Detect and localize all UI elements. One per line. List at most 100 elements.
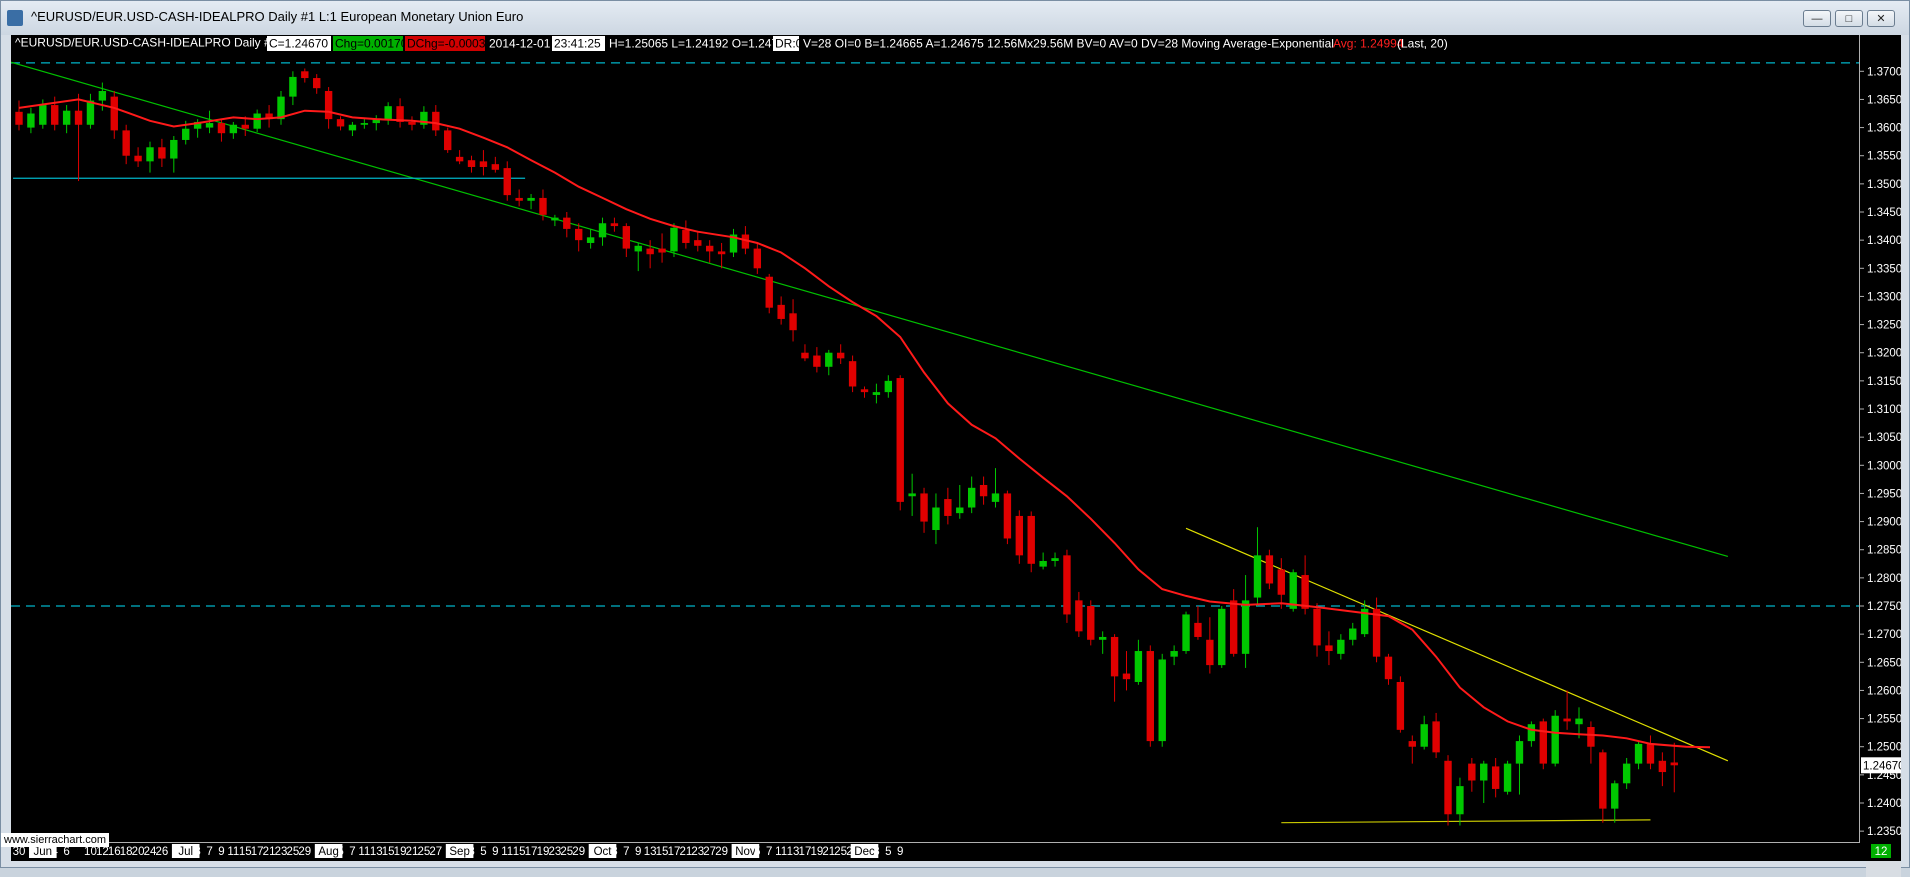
candle [1087, 600, 1095, 646]
date-tick: 25 [417, 846, 430, 858]
day-label: 26 [156, 846, 169, 858]
date-tick: 15 [656, 846, 669, 858]
candle-body [896, 378, 904, 502]
candle-body [1253, 555, 1262, 598]
day-label: 10 [84, 846, 97, 858]
candle-body [98, 90, 107, 101]
candle-body [777, 304, 785, 319]
candle [1003, 490, 1012, 545]
sierrachart-watermark: www.sierrachart.com [1, 833, 110, 847]
time-label: 23:41:25 [554, 37, 601, 51]
candle-body [932, 507, 940, 531]
date-tick: 11 [227, 846, 239, 858]
day-label: 9 [218, 846, 224, 858]
day-label: 21 [263, 846, 276, 858]
chart-area[interactable]: 1.37000 1.36500 1.36000 1.35500 1.35000 1.345… [6, 35, 1909, 877]
day-label: 29 [298, 846, 311, 858]
candle [1503, 760, 1512, 795]
maximize-button[interactable]: □ [1835, 10, 1863, 27]
minimize-button[interactable]: — [1803, 10, 1831, 27]
candle-body [539, 197, 547, 215]
candle-body [848, 361, 857, 387]
candle-body [1277, 569, 1285, 595]
candle [444, 127, 452, 153]
price-tick-label: 1.34500 [1867, 207, 1901, 219]
candle-body [789, 313, 797, 331]
day-label: 7 [766, 846, 772, 858]
price-tick-label: 1.27000 [1867, 629, 1901, 641]
date-tick: 15 [382, 846, 395, 858]
day-label: 5 [754, 846, 760, 858]
candle-body [1599, 752, 1607, 809]
candle-body [1468, 763, 1476, 781]
price-tick-label: 1.36000 [1867, 123, 1901, 135]
price-tick-label: 1.30500 [1867, 432, 1901, 444]
dr-label: DR:0 [775, 37, 803, 51]
day-label: 15 [656, 846, 669, 858]
candle-body [1634, 743, 1643, 764]
date-tick: 12 [96, 846, 109, 858]
candle-body [1337, 639, 1345, 654]
date-tick: 15 [239, 846, 252, 858]
price-chart[interactable]: 1.37000 1.36500 1.36000 1.35500 1.35000 1.345… [6, 35, 1909, 861]
candle-body [551, 217, 559, 221]
date-tick: 5 [754, 846, 760, 858]
window-title: ^EURUSD/EUR.USD-CASH-IDEALPRO Daily #1 L… [31, 9, 524, 24]
candle-body [825, 352, 833, 367]
day-label: 19 [537, 846, 550, 858]
candle [1063, 549, 1071, 623]
candle-body [336, 119, 345, 127]
price-tick-label: 1.30000 [1867, 460, 1901, 472]
date-tick: 11 [358, 846, 370, 858]
candle-body [991, 493, 1000, 502]
candle-body [1622, 763, 1631, 784]
candle [1182, 611, 1190, 654]
date-tick: 25 [834, 846, 847, 858]
day-label: 7 [623, 846, 629, 858]
day-label: 3 [873, 846, 879, 858]
price-tick-label: 1.32500 [1867, 320, 1901, 332]
candle-body [515, 197, 523, 201]
candle-body [1420, 724, 1428, 747]
candle-body [39, 105, 47, 125]
candle-body [229, 124, 238, 134]
avg-params-label: (Last, 20) [1397, 37, 1448, 51]
candle-body [444, 130, 452, 151]
day-label: 15 [239, 846, 252, 858]
date-tick: 5 [885, 846, 891, 858]
candle-body [1444, 760, 1452, 815]
day-label: 6 [63, 846, 69, 858]
candle-body [1051, 558, 1059, 561]
date-tick: 17 [251, 846, 264, 858]
date-tick: 19 [537, 846, 550, 858]
candle-body [1527, 724, 1536, 742]
candle [1539, 718, 1547, 770]
date-label: 2014-12-01 [489, 37, 551, 51]
candle-body [884, 380, 893, 393]
day-label: 18 [120, 846, 133, 858]
change-label: Chg=0.00170 [335, 37, 408, 51]
candle-body [467, 160, 476, 167]
close-button[interactable]: ✕ [1867, 10, 1895, 27]
day-label: 23 [275, 846, 288, 858]
candle-body [1396, 681, 1405, 730]
day-label: 21 [822, 846, 835, 858]
horizontal-scrollbar[interactable] [1866, 861, 1901, 877]
day-label: 15 [513, 846, 526, 858]
title-bar[interactable]: ^EURUSD/EUR.USD-CASH-IDEALPRO Daily #1 L… [1, 1, 1909, 35]
date-tick: 19 [394, 846, 407, 858]
candle-body [920, 493, 928, 522]
price-tick-label: 1.24000 [1867, 798, 1901, 810]
day-label: 25 [834, 846, 847, 858]
candle-body [1503, 763, 1512, 792]
date-tick: 10 [84, 846, 97, 858]
candle-body [753, 248, 762, 269]
app-icon[interactable] [7, 10, 23, 26]
candle-body [717, 251, 726, 255]
date-tick: 7 [766, 846, 772, 858]
day-label: 15 [382, 846, 395, 858]
candle-body [1313, 608, 1321, 646]
candle-body [384, 106, 392, 120]
date-tick: 17 [525, 846, 538, 858]
day-label: 25 [560, 846, 573, 858]
